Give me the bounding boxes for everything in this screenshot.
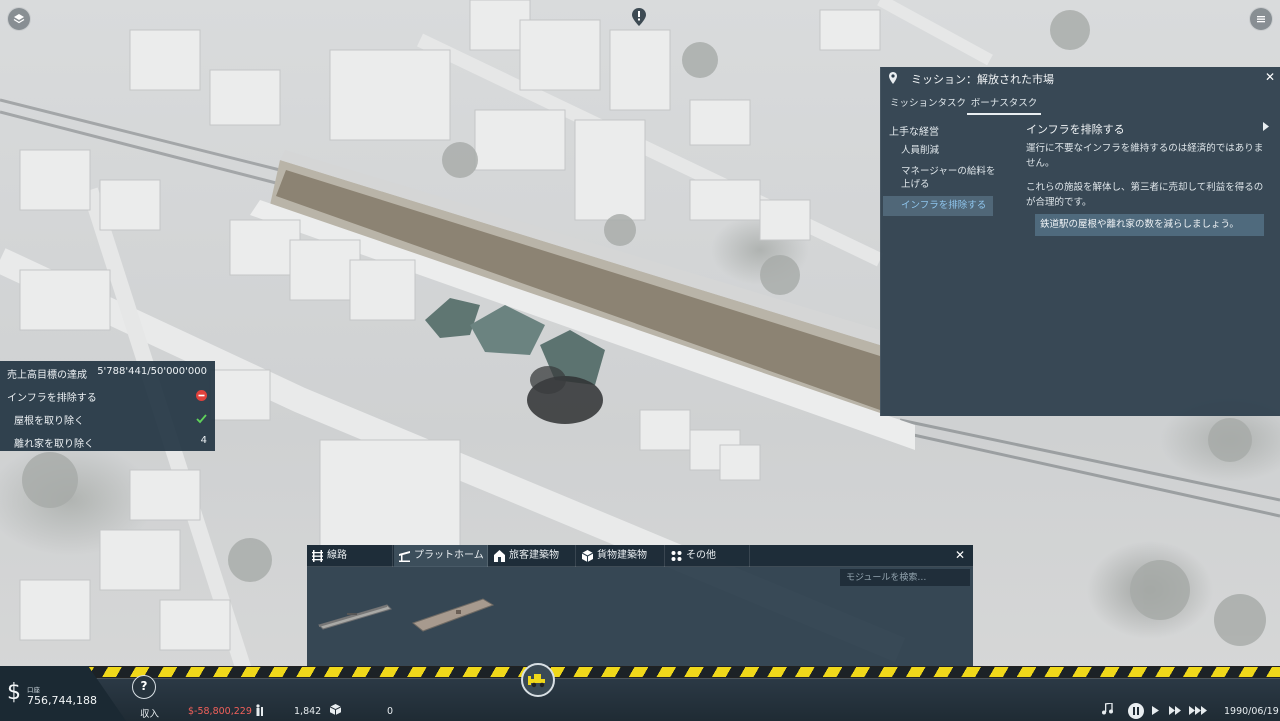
tab-label: 旅客建築物 — [509, 550, 559, 561]
alert-marker-icon[interactable] — [632, 8, 646, 26]
passengers-icon — [256, 704, 263, 716]
main-menu-button[interactable] — [1249, 7, 1273, 31]
goal-remove-roof[interactable]: 屋根を取り除く — [0, 407, 215, 429]
pause-button[interactable] — [1128, 703, 1144, 719]
close-mission-button[interactable]: ✕ — [1265, 70, 1275, 84]
bulldoze-button[interactable] — [521, 663, 555, 697]
fastest-forward-icon[interactable] — [1189, 706, 1208, 715]
module-platform-narrow[interactable] — [317, 593, 397, 633]
close-construction-button[interactable]: ✕ — [955, 548, 965, 562]
task-item-raise-manager-salary[interactable]: マネージャーの給料を上げる — [901, 165, 1001, 191]
tab-label: その他 — [686, 550, 716, 561]
tab-label: プラットホーム — [414, 550, 484, 561]
tab-label: 貨物建築物 — [597, 550, 647, 561]
goals-panel: 売上高目標の達成 5'788'441/50'000'000 インフラを排除する … — [0, 361, 215, 451]
tab-cargo-buildings[interactable]: 貨物建築物 — [577, 545, 665, 567]
cargo-value[interactable]: 0 — [387, 706, 393, 717]
goal-remove-outbuildings[interactable]: 離れ家を取り除く 4 — [0, 430, 215, 452]
task-detail-text-1: 運行に不要なインフラを維持するのは経済的ではありません。 — [1026, 143, 1264, 169]
music-icon[interactable] — [1101, 703, 1113, 715]
layers-button[interactable] — [7, 7, 31, 31]
account-label: 口座 — [27, 686, 40, 694]
hazard-stripe — [72, 666, 1280, 678]
expand-arrow-icon[interactable] — [1263, 122, 1269, 131]
passengers-value[interactable]: 1,842 — [294, 706, 321, 717]
task-item-remove-infrastructure[interactable]: インフラを排除する — [883, 196, 993, 216]
goal-count: 4 — [200, 435, 207, 446]
goal-label: 売上高目標の達成 — [7, 370, 87, 381]
task-group-title: 上手な経営 — [889, 127, 939, 138]
goal-sales-target[interactable]: 売上高目標の達成 5'788'441/50'000'000 — [0, 361, 215, 383]
account-balance[interactable]: 756,744,188 — [27, 694, 97, 707]
tab-other[interactable]: その他 — [666, 545, 750, 567]
tab-mission-task[interactable]: ミッションタスク — [890, 95, 966, 113]
module-search-input[interactable] — [840, 569, 970, 586]
goal-progress: 5'788'441/50'000'000 — [97, 366, 207, 377]
income-value[interactable]: $-58,800,229 — [188, 706, 252, 717]
tab-platform[interactable]: プラットホーム — [394, 545, 488, 567]
cargo-icon — [330, 704, 341, 715]
platform-icon — [399, 551, 410, 562]
mission-title: ミッション：解放された市場 — [911, 73, 1054, 86]
mission-panel: ミッション：解放された市場 ✕ ミッションタスク ボーナスタスク 上手な経営 人… — [880, 67, 1280, 416]
task-detail-objective: 鉄道駅の屋根や離れ家の数を減らしましょう。 — [1035, 214, 1264, 236]
mission-header: ミッション：解放された市場 ✕ — [881, 67, 1280, 89]
passenger-building-icon — [494, 550, 505, 562]
other-icon — [671, 551, 682, 561]
tab-bonus-task[interactable]: ボーナスタスク — [967, 95, 1041, 115]
tab-label: 線路 — [327, 550, 347, 561]
game-date: 1990/06/19 — [1224, 706, 1279, 717]
cargo-building-icon — [582, 550, 593, 562]
bulldozer-icon — [528, 674, 545, 688]
task-detail-title: インフラを排除する — [1026, 123, 1125, 136]
goal-label: インフラを排除する — [7, 393, 97, 404]
help-button[interactable]: ? — [132, 675, 156, 699]
checkmark-icon — [196, 414, 207, 424]
blocked-icon — [196, 390, 207, 401]
module-platform-wide[interactable] — [411, 593, 501, 638]
construction-tabs: 線路 プラットホーム 旅客建築物 貨物建築物 その他 ✕ — [307, 545, 973, 567]
goal-remove-infrastructure[interactable]: インフラを排除する — [0, 384, 215, 406]
track-icon — [312, 550, 323, 562]
fast-forward-icon[interactable] — [1169, 706, 1182, 715]
tab-track[interactable]: 線路 — [307, 545, 393, 567]
play-icon[interactable] — [1152, 706, 1160, 715]
pause-icon — [1133, 707, 1139, 715]
goal-label: 屋根を取り除く — [14, 416, 84, 427]
location-pin-icon — [889, 72, 897, 84]
layers-icon — [13, 14, 25, 24]
goal-label: 離れ家を取り除く — [14, 439, 94, 450]
task-detail-text-2: これらの施設を解体し、第三者に売却して利益を得るのが合理的です。 — [1026, 182, 1264, 208]
dollar-icon: $ — [7, 680, 21, 705]
tab-passenger-buildings[interactable]: 旅客建築物 — [489, 545, 576, 567]
income-label: 収入 — [140, 709, 160, 720]
construction-panel: 線路 プラットホーム 旅客建築物 貨物建築物 その他 ✕ モジュールを検索… — [307, 545, 973, 667]
task-item-staff-reduction[interactable]: 人員削減 — [901, 144, 939, 157]
menu-icon — [1257, 16, 1265, 23]
